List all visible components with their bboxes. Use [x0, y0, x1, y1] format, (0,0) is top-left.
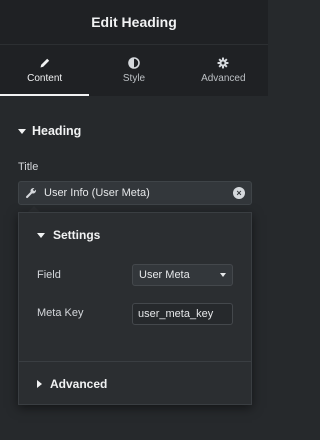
section-heading-label: Heading: [32, 124, 82, 138]
field-select[interactable]: User Meta: [132, 264, 233, 286]
dynamic-tag-field[interactable]: User Info (User Meta) ×: [18, 181, 252, 205]
gear-icon: [217, 57, 229, 69]
dynamic-tag-settings-popover: Settings Field User Meta Meta Key Advanc…: [18, 212, 252, 405]
meta-key-label: Meta Key: [37, 307, 84, 319]
pencil-icon: [40, 58, 49, 68]
meta-key-input[interactable]: [132, 303, 233, 325]
caret-down-icon: [37, 232, 45, 238]
caret-down-icon: [18, 128, 26, 134]
panel-header: Edit Heading: [0, 0, 268, 44]
advanced-section-label: Advanced: [50, 377, 108, 391]
wrench-icon: [25, 188, 36, 199]
tab-advanced-label: Advanced: [201, 73, 246, 84]
remove-tag-icon[interactable]: ×: [233, 187, 245, 199]
settings-section-toggle[interactable]: Settings: [37, 228, 100, 242]
chevron-down-icon: [220, 273, 226, 277]
caret-right-icon: [37, 380, 42, 388]
tab-content[interactable]: Content: [0, 45, 90, 96]
panel-title: Edit Heading: [91, 14, 177, 30]
tab-style-label: Style: [122, 73, 146, 84]
settings-section-label: Settings: [53, 228, 101, 242]
popover-divider: [19, 361, 251, 362]
tab-content-label: Content: [27, 73, 63, 84]
tab-style[interactable]: Style: [89, 45, 178, 96]
title-field-label: Title: [18, 161, 39, 173]
field-label: Field: [37, 269, 61, 281]
half-circle-icon: [128, 57, 140, 69]
section-heading-toggle[interactable]: Heading: [18, 124, 81, 138]
field-select-value: User Meta: [139, 269, 190, 281]
advanced-section-toggle[interactable]: Advanced: [37, 377, 107, 391]
dynamic-tag-value: User Info (User Meta): [44, 187, 150, 199]
tab-advanced[interactable]: Advanced: [179, 45, 268, 96]
panel-tabs: Content Style Advanced: [0, 44, 268, 96]
